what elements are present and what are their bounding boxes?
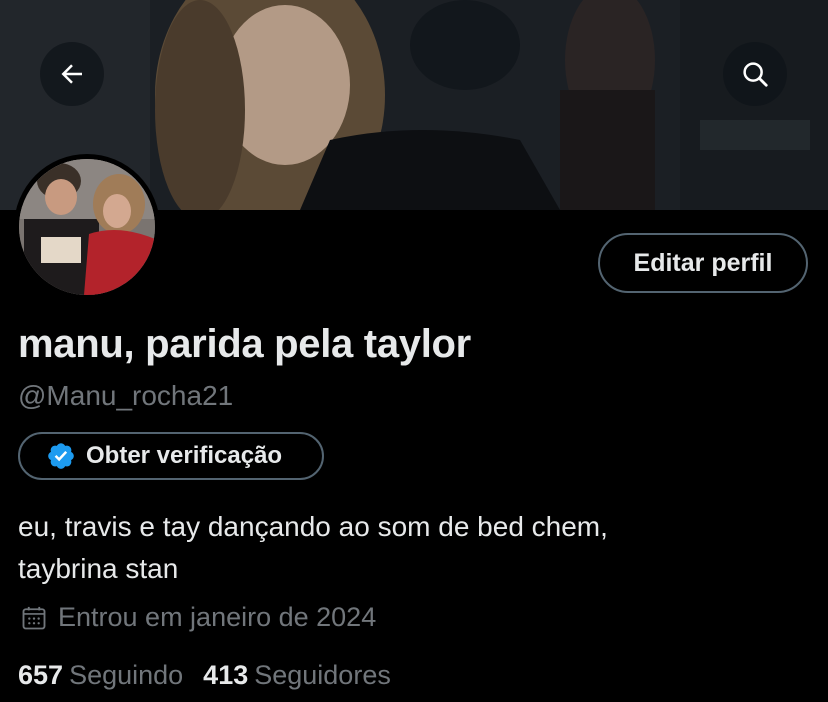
avatar-image (19, 159, 155, 295)
joined-date-label: Entrou em janeiro de 2024 (58, 602, 377, 632)
display-name: manu, parida pela taylor (18, 322, 471, 366)
get-verified-button[interactable]: Obter verificação (18, 432, 324, 480)
arrow-left-icon (61, 64, 82, 84)
edit-profile-button[interactable]: Editar perfil (598, 233, 808, 293)
joined-date: Entrou em janeiro de 2024 (20, 602, 376, 633)
avatar[interactable] (14, 154, 160, 300)
bio-line: eu, travis e tay dançando ao som de bed … (18, 511, 608, 542)
following-count: 657 (18, 660, 64, 690)
username-handle: @Manu_rocha21 (18, 380, 234, 411)
followers-count: 413 (203, 660, 249, 690)
following-label: Seguindo (69, 660, 184, 690)
followers-label: Seguidores (254, 660, 391, 690)
search-icon (743, 62, 768, 87)
following-link[interactable]: 657 Seguindo (18, 660, 183, 691)
get-verified-label: Obter verificação (86, 442, 283, 469)
follow-stats: 657 Seguindo 413 Seguidores (18, 660, 411, 691)
verified-badge-icon (48, 443, 74, 469)
back-button[interactable] (40, 42, 104, 106)
followers-link[interactable]: 413 Seguidores (203, 660, 391, 691)
profile-bio: eu, travis e tay dançando ao som de bed … (18, 506, 808, 590)
bio-line: taybrina stan (18, 553, 179, 584)
edit-profile-label: Editar perfil (633, 248, 773, 277)
calendar-icon (22, 606, 46, 629)
search-button[interactable] (723, 42, 787, 106)
